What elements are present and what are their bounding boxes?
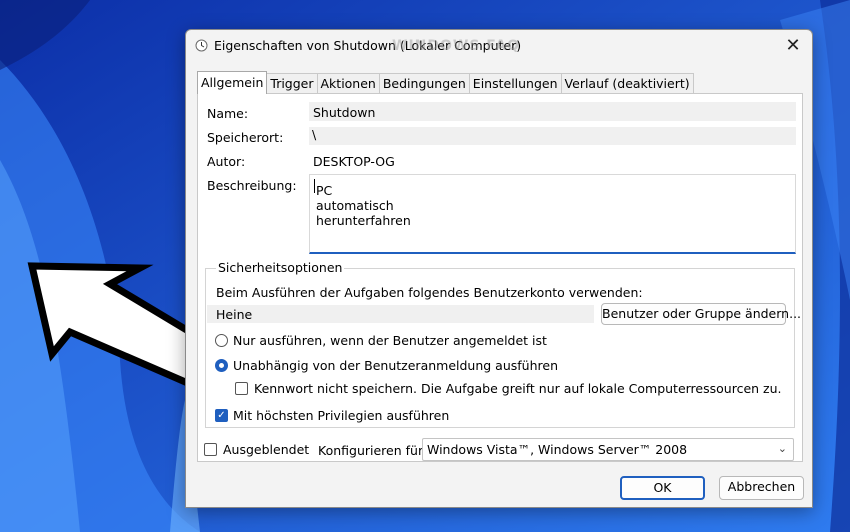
configure-value: Windows Vista™, Windows Server™ 2008: [427, 442, 688, 457]
location-field: [309, 127, 796, 145]
highest-privileges-label[interactable]: Mit höchsten Privilegien ausführen: [233, 408, 449, 423]
radio-independent[interactable]: [215, 359, 228, 372]
description-textarea[interactable]: PC automatisch herunterfahren: [309, 174, 796, 254]
no-store-password-checkbox[interactable]: [235, 382, 248, 395]
hidden-label[interactable]: Ausgeblendet: [223, 442, 309, 457]
tab-einstellungen[interactable]: Einstellungen: [468, 73, 562, 94]
user-account-value: Heine: [216, 307, 253, 322]
author-label: Autor:: [207, 154, 246, 169]
radio-logged-on-label[interactable]: Nur ausführen, wenn der Benutzer angemel…: [233, 333, 547, 348]
name-label: Name:: [207, 106, 249, 121]
task-properties-dialog: Eigenschaften von Shutdown (Lokaler Comp…: [185, 29, 813, 508]
hidden-checkbox[interactable]: [204, 443, 217, 456]
no-store-password-label[interactable]: Kennwort nicht speichern. Die Aufgabe gr…: [254, 381, 782, 396]
account-prompt: Beim Ausführen der Aufgaben folgendes Be…: [216, 285, 643, 300]
tab-aktionen[interactable]: Aktionen: [316, 73, 380, 94]
configure-label: Konfigurieren für:: [318, 443, 428, 458]
name-value: Shutdown: [313, 105, 376, 120]
title-bar: Eigenschaften von Shutdown (Lokaler Comp…: [186, 30, 812, 62]
highest-privileges-checkbox[interactable]: ✓: [215, 409, 228, 422]
location-label: Speicherort:: [207, 130, 284, 145]
description-value: PC automatisch herunterfahren: [316, 183, 411, 228]
text-caret: [314, 179, 315, 193]
tab-strip: Allgemein Trigger Aktionen Bedingungen E…: [197, 71, 694, 94]
close-button[interactable]: ✕: [782, 35, 804, 57]
tab-verlauf[interactable]: Verlauf (deaktiviert): [560, 73, 694, 94]
security-group-title: Sicherheitsoptionen: [216, 260, 345, 275]
description-label: Beschreibung:: [207, 178, 297, 193]
author-value: DESKTOP-OG: [313, 154, 395, 169]
cancel-button[interactable]: Abbrechen: [719, 476, 804, 500]
chevron-down-icon: ⌄: [777, 442, 787, 455]
radio-logged-on[interactable]: [215, 334, 228, 347]
general-tab-panel: Name: Shutdown Speicherort: \ Autor: DES…: [197, 93, 803, 462]
configure-for-dropdown[interactable]: Windows Vista™, Windows Server™ 2008 ⌄: [422, 438, 794, 461]
radio-independent-label[interactable]: Unabhängig von der Benutzeranmeldung aus…: [233, 358, 558, 373]
user-account-field: [207, 305, 594, 323]
pointer-arrow-graphic: [0, 258, 204, 391]
watermark-logo: WINDOWS FAQ: [392, 38, 520, 54]
name-field[interactable]: [309, 102, 796, 121]
ok-button[interactable]: OK: [620, 476, 705, 500]
change-user-button[interactable]: Benutzer oder Gruppe ändern...: [601, 303, 801, 325]
tab-trigger[interactable]: Trigger: [266, 73, 318, 94]
tab-bedingungen[interactable]: Bedingungen: [378, 73, 470, 94]
clock-icon: [195, 39, 208, 52]
location-value: \: [312, 127, 317, 142]
tab-allgemein[interactable]: Allgemein: [197, 71, 268, 94]
